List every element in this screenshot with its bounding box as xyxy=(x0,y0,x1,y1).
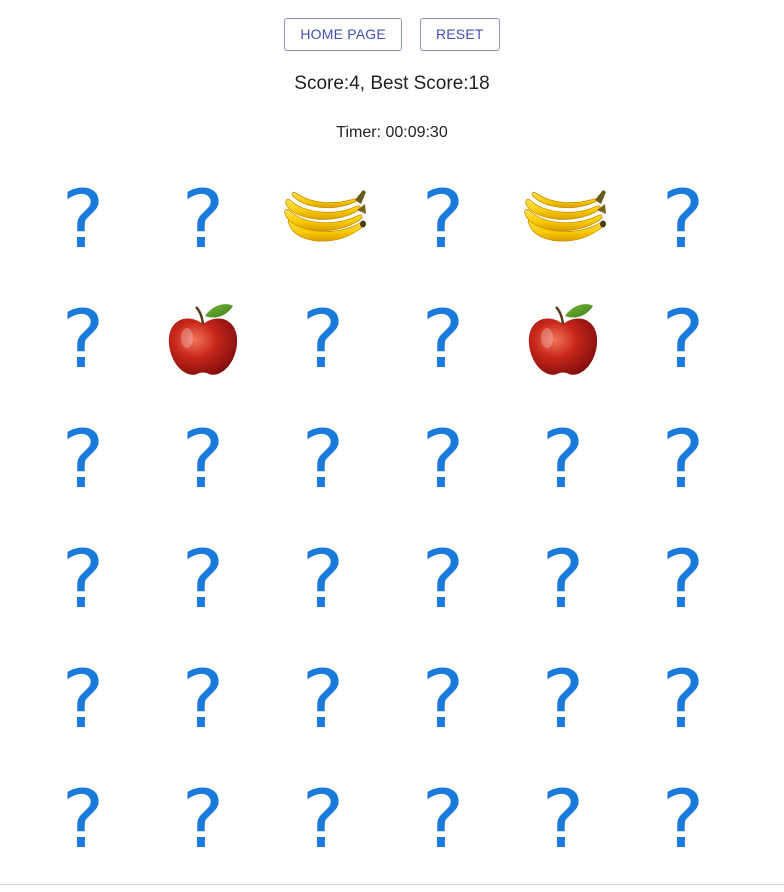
question-mark-icon: ? xyxy=(61,173,105,266)
card-4-6[interactable]: ? xyxy=(623,520,743,640)
card-3-4[interactable]: ? xyxy=(383,400,503,520)
card-5-4[interactable]: ? xyxy=(383,640,503,760)
banana-icon xyxy=(284,190,366,242)
question-mark-icon: ? xyxy=(421,773,465,866)
card-1-6[interactable]: ? xyxy=(623,160,743,280)
page-divider xyxy=(0,884,784,885)
question-mark-icon: ? xyxy=(61,773,105,866)
question-mark-icon: ? xyxy=(541,533,585,626)
card-5-2[interactable]: ? xyxy=(143,640,263,760)
question-mark-icon: ? xyxy=(541,773,585,866)
card-6-4[interactable]: ? xyxy=(383,760,503,880)
banana-icon xyxy=(524,190,606,242)
question-mark-icon: ? xyxy=(301,293,345,386)
card-4-4[interactable]: ? xyxy=(383,520,503,640)
question-mark-icon: ? xyxy=(661,773,705,866)
question-mark-icon: ? xyxy=(181,173,225,266)
question-mark-icon: ? xyxy=(541,653,585,746)
question-mark-icon: ? xyxy=(61,293,105,386)
card-2-6[interactable]: ? xyxy=(623,280,743,400)
question-mark-icon: ? xyxy=(301,653,345,746)
score-text: Score:4, Best Score:18 xyxy=(294,73,490,94)
card-3-6[interactable]: ? xyxy=(623,400,743,520)
question-mark-icon: ? xyxy=(301,413,345,506)
apple-icon xyxy=(528,304,598,375)
card-2-2[interactable] xyxy=(143,280,263,400)
card-1-1[interactable]: ? xyxy=(23,160,143,280)
question-mark-icon: ? xyxy=(541,413,585,506)
card-2-5[interactable] xyxy=(503,280,623,400)
question-mark-icon: ? xyxy=(181,413,225,506)
question-mark-icon: ? xyxy=(181,533,225,626)
question-mark-icon: ? xyxy=(61,653,105,746)
question-mark-icon: ? xyxy=(181,773,225,866)
card-5-5[interactable]: ? xyxy=(503,640,623,760)
card-5-3[interactable]: ? xyxy=(263,640,383,760)
question-mark-icon: ? xyxy=(421,533,465,626)
question-mark-icon: ? xyxy=(301,773,345,866)
card-6-5[interactable]: ? xyxy=(503,760,623,880)
card-6-3[interactable]: ? xyxy=(263,760,383,880)
reset-button[interactable]: RESET xyxy=(419,18,500,51)
question-mark-icon: ? xyxy=(421,413,465,506)
card-1-4[interactable]: ? xyxy=(383,160,503,280)
card-2-4[interactable]: ? xyxy=(383,280,503,400)
card-4-5[interactable]: ? xyxy=(503,520,623,640)
game-board: ?? ? ?? ? ? ? ? ? ? ? ? ? ? ? ? ? ? ? ? … xyxy=(23,160,743,880)
question-mark-icon: ? xyxy=(421,293,465,386)
card-3-2[interactable]: ? xyxy=(143,400,263,520)
card-4-1[interactable]: ? xyxy=(23,520,143,640)
question-mark-icon: ? xyxy=(661,413,705,506)
card-1-5[interactable] xyxy=(503,160,623,280)
card-1-2[interactable]: ? xyxy=(143,160,263,280)
home-page-button[interactable]: HOME PAGE xyxy=(284,18,402,51)
card-2-3[interactable]: ? xyxy=(263,280,383,400)
card-3-3[interactable]: ? xyxy=(263,400,383,520)
question-mark-icon: ? xyxy=(661,533,705,626)
question-mark-icon: ? xyxy=(421,653,465,746)
card-2-1[interactable]: ? xyxy=(23,280,143,400)
card-5-1[interactable]: ? xyxy=(23,640,143,760)
card-1-3[interactable] xyxy=(263,160,383,280)
toolbar: HOME PAGE RESET xyxy=(0,18,784,51)
question-mark-icon: ? xyxy=(61,413,105,506)
question-mark-icon: ? xyxy=(661,293,705,386)
card-6-1[interactable]: ? xyxy=(23,760,143,880)
question-mark-icon: ? xyxy=(421,173,465,266)
card-3-1[interactable]: ? xyxy=(23,400,143,520)
card-4-3[interactable]: ? xyxy=(263,520,383,640)
card-6-6[interactable]: ? xyxy=(623,760,743,880)
question-mark-icon: ? xyxy=(301,533,345,626)
question-mark-icon: ? xyxy=(61,533,105,626)
question-mark-icon: ? xyxy=(181,653,225,746)
card-6-2[interactable]: ? xyxy=(143,760,263,880)
card-5-6[interactable]: ? xyxy=(623,640,743,760)
question-mark-icon: ? xyxy=(661,653,705,746)
apple-icon xyxy=(168,304,238,375)
card-4-2[interactable]: ? xyxy=(143,520,263,640)
card-3-5[interactable]: ? xyxy=(503,400,623,520)
timer-text: Timer: 00:09:30 xyxy=(336,124,448,141)
question-mark-icon: ? xyxy=(661,173,705,266)
